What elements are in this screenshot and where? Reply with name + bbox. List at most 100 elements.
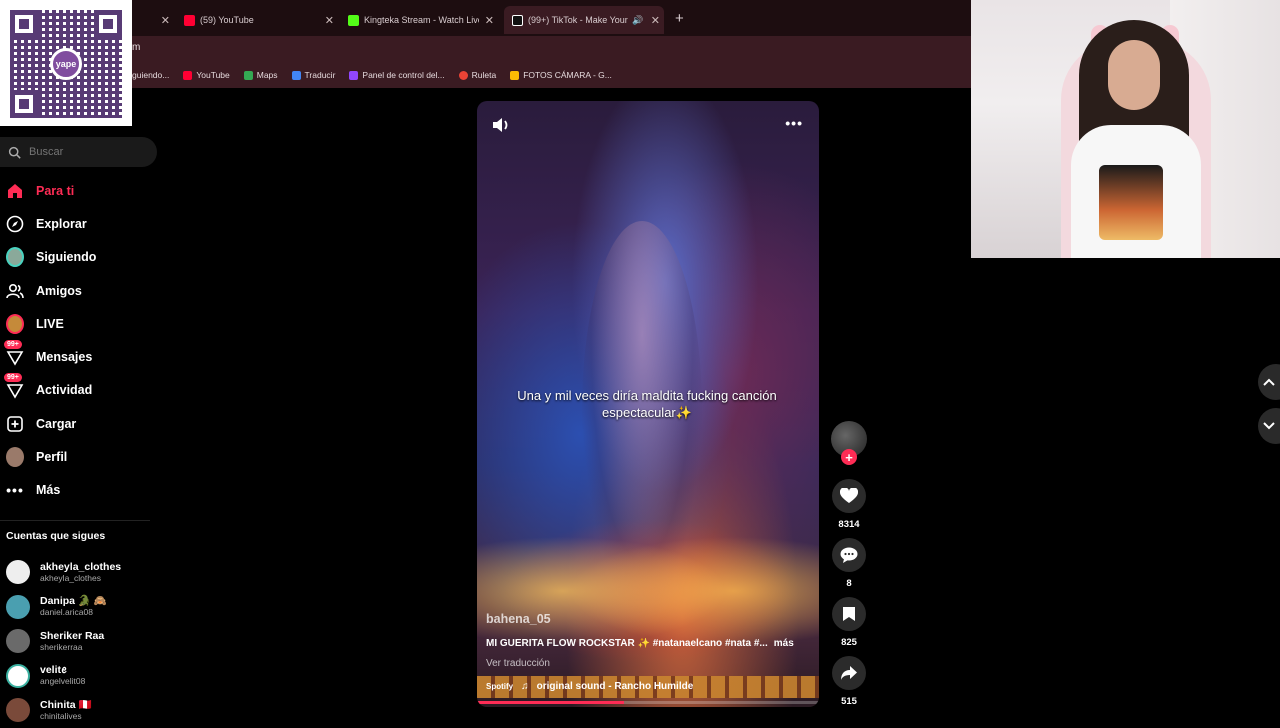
nav-label: Amigos [36,283,82,298]
live-icon [6,313,24,334]
browser-tabbar: ✕ (59) YouTube ✕ Kingteka Stream - Watch… [132,0,972,36]
kick-favicon-icon [348,14,359,26]
bookmark-label: YouTube [196,70,230,80]
bookmark[interactable]: Panel de control del... [349,70,445,80]
bookmark[interactable]: YouTube [183,70,230,80]
video-progress-bar[interactable] [477,701,819,704]
music-note-icon: ♫ [521,681,529,692]
next-video-button[interactable] [1258,408,1280,444]
yape-logo: yape [50,48,82,80]
tab-label: (59) YouTube [200,15,254,25]
volume-icon[interactable] [491,116,511,134]
video-author[interactable]: bahena_05 [486,612,551,626]
qr-finder [94,10,122,38]
nav-item-perfil[interactable]: Perfil [0,440,160,473]
nav-item-siguiendo[interactable]: Siguiendo [0,241,160,274]
chevron-down-icon [1263,422,1275,430]
bookmark-label: FOTOS CÁMARA - G... [523,70,612,80]
following-item[interactable]: akheyla_clothes akheyla_clothes [6,555,156,590]
nav-item-mensajes[interactable]: 99+ Mensajes [0,340,160,373]
bookmark[interactable]: Ruleta [458,70,496,80]
audio-playing-icon[interactable]: 🔊 [632,15,643,26]
home-icon [6,182,24,200]
nav-item-mas[interactable]: ••• Más [0,474,160,507]
action-column: + 8314 8 825 515 [829,421,869,708]
close-icon[interactable]: ✕ [161,14,170,27]
twitch-icon [349,70,359,80]
following-item[interactable]: velitꫀ angelvelit08 [6,659,156,694]
close-icon[interactable]: ✕ [325,14,334,27]
like-action[interactable]: 8314 [829,479,869,531]
account-name: Danipa 🐊 🙈 [40,595,107,608]
browser-tab-active[interactable]: (99+) TikTok - Make Your Da 🔊 ✕ [504,6,664,34]
notification-badge: 99+ [4,340,22,350]
avatar [6,698,30,723]
notification-badge: 99+ [4,373,22,383]
maps-icon [243,70,253,80]
more-icon: ••• [6,482,24,499]
qr-finder [10,90,38,118]
bookmark-icon[interactable] [832,597,866,631]
close-icon[interactable]: ✕ [485,14,494,27]
browser-tab[interactable]: (59) YouTube ✕ [184,6,334,34]
following-list: akheyla_clothes akheyla_clothes Danipa 🐊 … [6,555,156,728]
account-handle: daniel.arica08 [40,607,93,618]
compass-icon [6,215,24,233]
send-icon: 99+ [4,340,24,366]
tiktok-favicon-icon [512,14,523,26]
new-tab-button[interactable]: + [675,10,684,27]
sound-info[interactable]: Spotify ♫ original sound - Rancho Humild… [486,681,693,692]
follow-button[interactable]: + [841,449,857,465]
progress-fill [477,701,625,704]
search-bar[interactable] [0,137,157,167]
search-input[interactable] [29,146,139,158]
bookmark[interactable]: FOTOS CÁMARA - G... [510,70,612,80]
sound-name: original sound - Rancho Humilde [536,681,694,692]
close-icon[interactable]: ✕ [651,14,660,27]
bookmark[interactable]: Maps [243,70,278,80]
account-name: Sheriker Raa [40,629,105,642]
bookmark[interactable]: guiendo... [132,70,169,80]
account-handle: sherikerraa [40,641,83,652]
url-text: m [132,42,141,53]
description-text: MI GUERITA FLOW ROCKSTAR ✨ #natanaelcano… [486,638,768,649]
following-item[interactable]: Chinita 🇵🇪 chinitalives [6,693,156,728]
inbox-icon: 99+ [4,373,24,400]
upload-icon [6,415,24,433]
browser-tab[interactable]: Kingteka Stream - Watch Live o ✕ [348,6,494,34]
nav-item-para-ti[interactable]: Para ti [0,174,160,207]
avatar [6,594,30,619]
share-count: 515 [841,696,857,707]
address-bar[interactable]: m [132,36,972,62]
translate-icon [291,70,301,80]
nav-item-cargar[interactable]: Cargar [0,407,160,440]
video-options-icon[interactable]: ••• [785,115,803,131]
save-count: 825 [841,637,857,648]
bookmark[interactable]: Traducir [291,70,335,80]
sidebar-nav: Para ti Explorar Siguiendo Amigos LIVE 9… [0,174,160,507]
share-icon[interactable] [832,656,866,690]
translate-link[interactable]: Ver traducción [486,658,550,669]
video-caption-overlay: Una y mil veces diría maldita fucking ca… [517,388,777,420]
comment-action[interactable]: 8 [829,538,869,590]
comment-icon[interactable] [832,538,866,572]
account-handle: angelvelit08 [40,676,86,687]
creator-avatar[interactable]: + [831,421,867,465]
feed-navigation [1258,364,1280,452]
following-item[interactable]: Sheriker Raa sherikerraa [6,624,156,659]
share-action[interactable]: 515 [829,656,869,708]
nav-item-amigos[interactable]: Amigos [0,274,160,307]
nav-item-live[interactable]: LIVE [0,307,160,340]
nav-item-explorar[interactable]: Explorar [0,207,160,240]
previous-video-button[interactable] [1258,364,1280,400]
video-player[interactable]: ••• Una y mil veces diría maldita fuckin… [477,101,819,707]
following-item[interactable]: Danipa 🐊 🙈 daniel.arica08 [6,590,156,625]
save-action[interactable]: 825 [829,597,869,649]
browser-tab[interactable]: ✕ [132,6,170,34]
account-handle: chinitalives [40,710,82,721]
nav-label: Mensajes [36,350,93,365]
bookmark-label: guiendo... [132,70,170,80]
more-link[interactable]: más [774,638,794,649]
nav-item-actividad[interactable]: 99+ Actividad [0,373,160,407]
heart-icon[interactable] [832,479,866,513]
